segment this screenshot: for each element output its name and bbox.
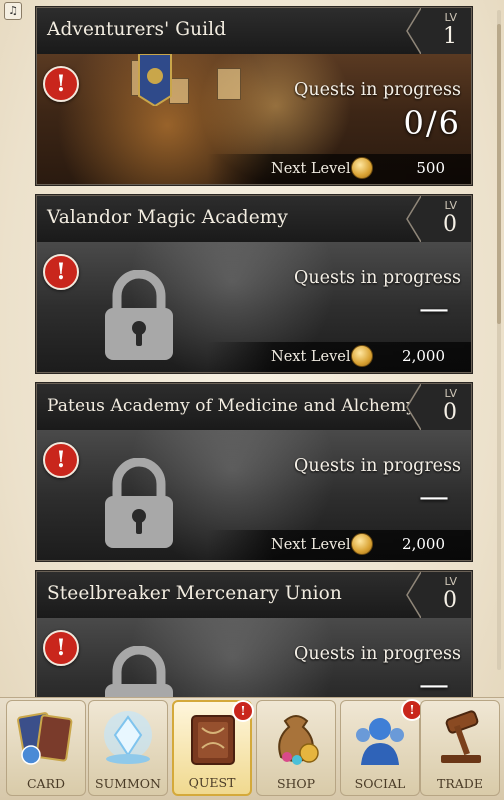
people-icon xyxy=(356,718,404,765)
level-box: LV 1 xyxy=(406,8,471,54)
level-chevron-icon xyxy=(406,196,421,242)
level-label: LV xyxy=(444,11,457,24)
guild-title: Valandor Magic Academy xyxy=(47,207,288,228)
quests-progress-value: 0/6 xyxy=(403,104,461,142)
lock-icon xyxy=(105,458,173,548)
nav-label: SHOP xyxy=(276,776,316,791)
quests-progress-label: Quests in progress xyxy=(294,268,461,288)
level-chevron-icon xyxy=(406,384,421,430)
nav-label: SUMMON xyxy=(95,776,161,791)
guild-card-adventurers[interactable]: Adventurers' Guild LV 1 ! Quests in prog… xyxy=(36,7,472,185)
nav-label: TRADE xyxy=(437,776,483,791)
level-chevron-icon xyxy=(406,8,421,54)
next-level-label: Next Level xyxy=(271,349,351,365)
nav-tab-card[interactable]: CARD xyxy=(6,700,86,796)
level-value: 0 xyxy=(443,400,457,425)
bottom-nav: CARD SUMMON ! QUEST SHOP ! SOCIAL TRADE xyxy=(0,697,504,800)
level-chevron-icon xyxy=(406,572,421,618)
level-label: LV xyxy=(444,199,457,212)
next-level-cost: 2,000 xyxy=(402,535,445,553)
guild-banner-icon xyxy=(138,54,172,106)
level-box: LV 0 xyxy=(406,196,471,242)
scrollbar-thumb[interactable] xyxy=(497,24,501,324)
guild-title: Adventurers' Guild xyxy=(47,19,227,40)
guild-title: Pateus Academy of Medicine and Alchemy xyxy=(47,396,417,416)
hall-window xyxy=(217,68,241,100)
alert-icon[interactable]: ! xyxy=(43,66,79,102)
quests-progress-value: — xyxy=(419,480,449,515)
next-level-label: Next Level xyxy=(271,161,351,177)
level-label: LV xyxy=(444,575,457,588)
card-icon xyxy=(17,712,73,765)
level-value: 1 xyxy=(443,24,457,49)
nav-label: QUEST xyxy=(188,775,236,790)
nav-tab-trade[interactable]: TRADE xyxy=(420,700,500,796)
nav-tab-social[interactable]: ! SOCIAL xyxy=(340,699,423,796)
nav-label: CARD xyxy=(26,776,66,791)
money-bag-icon xyxy=(278,715,319,765)
guild-card-valandor[interactable]: Valandor Magic Academy LV 0 ! Quests in … xyxy=(36,195,472,373)
level-box: LV 0 xyxy=(406,384,471,430)
next-level-cost: 500 xyxy=(416,159,445,177)
gold-coin-icon xyxy=(351,157,373,179)
gold-coin-icon xyxy=(351,345,373,367)
nav-label: SOCIAL xyxy=(354,776,406,791)
nav-tab-quest[interactable]: ! QUEST xyxy=(172,700,254,796)
alert-icon[interactable]: ! xyxy=(43,442,79,478)
gold-coin-icon xyxy=(351,533,373,555)
next-level-label: Next Level xyxy=(271,537,351,553)
level-label: LV xyxy=(444,387,457,400)
alert-icon[interactable]: ! xyxy=(43,630,79,666)
notification-badge: ! xyxy=(232,700,254,722)
level-box: LV 0 xyxy=(406,572,471,618)
quests-progress-label: Quests in progress xyxy=(294,80,461,100)
music-toggle-icon[interactable]: ♫ xyxy=(4,2,22,20)
next-level-cost: 2,000 xyxy=(402,347,445,365)
quests-progress-label: Quests in progress xyxy=(294,456,461,476)
level-value: 0 xyxy=(443,588,457,613)
lock-icon xyxy=(105,270,173,360)
nav-tab-shop[interactable]: SHOP xyxy=(256,700,336,796)
quests-progress-label: Quests in progress xyxy=(294,644,461,664)
gavel-icon xyxy=(441,710,481,763)
level-value: 0 xyxy=(443,212,457,237)
crystal-icon xyxy=(104,711,152,764)
guild-card-pateus[interactable]: Pateus Academy of Medicine and Alchemy L… xyxy=(36,383,472,561)
quests-progress-value: — xyxy=(419,292,449,327)
nav-tab-summon[interactable]: SUMMON xyxy=(88,700,168,796)
alert-icon[interactable]: ! xyxy=(43,254,79,290)
guild-title: Steelbreaker Mercenary Union xyxy=(47,583,342,604)
